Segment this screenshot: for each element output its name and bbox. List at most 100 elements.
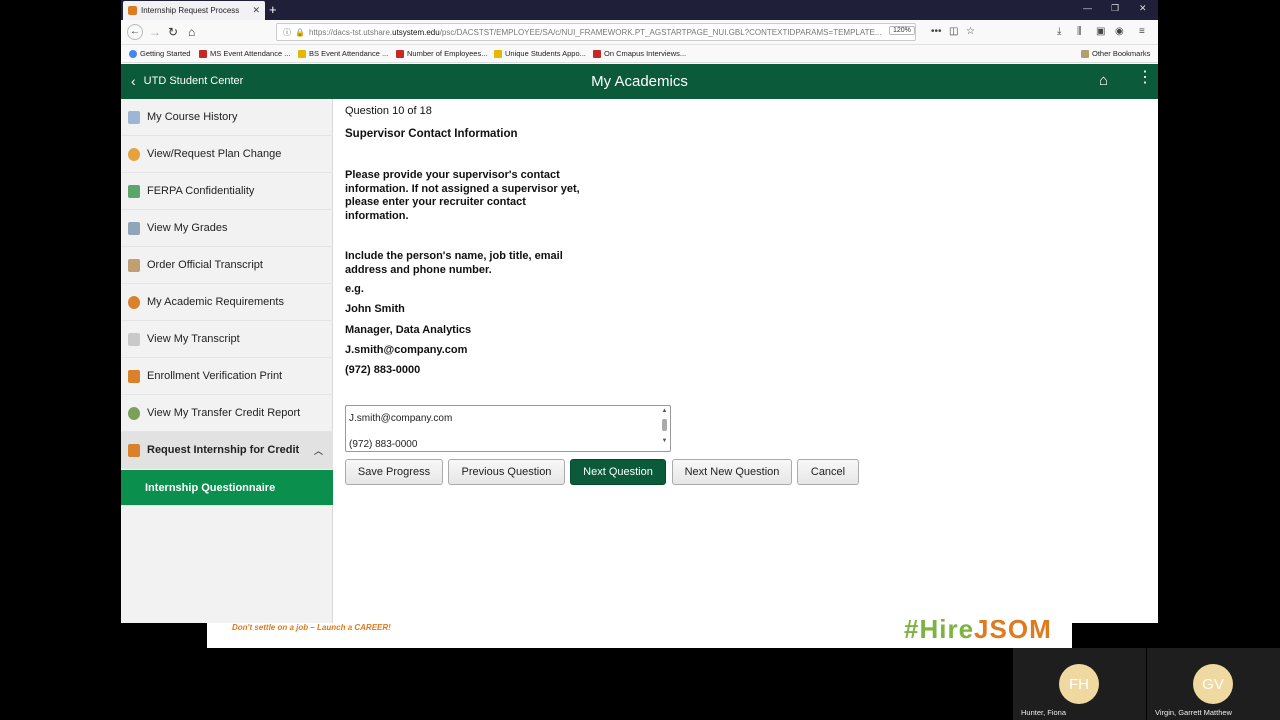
new-tab-icon[interactable]: + [269,2,277,18]
window-close-icon[interactable]: ✕ [1139,3,1147,14]
avatar: FH [1059,664,1099,704]
sidebar-item-label: View/Request Plan Change [147,148,282,160]
example-label: e.g. [345,283,364,295]
instruction-line: Include the person's name, job title, em… [345,250,563,262]
instruction-line: address and phone number. [345,263,492,276]
bookmark-label: On Cmapus Interviews... [604,49,687,58]
tab-title: Internship Request Process [141,6,240,15]
other-bookmarks-label: Other Bookmarks [1092,49,1151,58]
course-history-icon [128,110,140,124]
participant-name: Virgin, Garrett Matthew [1155,708,1232,717]
sidebar-item-academic-requirements[interactable]: My Academic Requirements [121,284,333,321]
sidebar-item-label: View My Transfer Credit Report [147,407,301,419]
next-question-button[interactable]: Next Question [570,459,666,485]
url-domain: utsystem.edu [392,27,440,37]
scrollbar-thumb[interactable] [662,419,667,431]
sidebar-icon[interactable]: ▣ [1096,26,1105,37]
reload-icon[interactable]: ↻ [168,24,178,40]
sidebar-item-internship-questionnaire[interactable]: Internship Questionnaire [121,470,333,506]
sidebar-item-plan-change[interactable]: View/Request Plan Change [121,136,333,173]
home-icon[interactable]: ⌂ [188,24,195,40]
bookmark-item[interactable]: Number of Employees... [396,49,487,58]
sidebar-item-label: Order Official Transcript [147,259,263,271]
sidebar-item-ferpa[interactable]: FERPA Confidentiality [121,173,333,210]
previous-question-button[interactable]: Previous Question [448,459,565,485]
bookmark-item[interactable]: MS Event Attendance ... [199,49,290,58]
avatar: GV [1193,664,1233,704]
tab-favicon-icon [128,6,137,15]
example-email: J.smith@company.com [345,344,468,356]
refresh-icon [128,147,140,161]
pie-chart-icon [128,295,140,309]
bookmark-label: BS Event Attendance ... [309,49,389,58]
menu-icon[interactable]: ≡ [1139,26,1145,37]
sidebar-item-enrollment-verification[interactable]: Enrollment Verification Print [121,358,333,395]
bookmark-label: Unique Students Appo... [505,49,586,58]
answer-textarea[interactable]: J.smith@company.com (972) 883-0000 ▲ ▼ [345,405,671,452]
url-bar[interactable]: ⓘ 🔒 https://dacs-tst.utshare. utsystem.ed… [276,23,916,41]
minimize-icon[interactable]: — [1083,3,1092,13]
participant-tile[interactable]: GV Virgin, Garrett Matthew [1147,648,1280,720]
sidebar-item-view-transcript[interactable]: View My Transcript [121,321,333,358]
chevron-up-icon[interactable]: ︿ [314,444,323,457]
bookmark-icon [593,49,601,58]
instruction-line: Please provide your supervisor's contact [345,169,560,181]
page-actions-icon[interactable]: ••• [931,26,942,37]
participant-tile[interactable]: FH Hunter, Fiona [1013,648,1146,720]
verification-icon [128,369,140,383]
bookmark-item[interactable]: BS Event Attendance ... [298,49,388,58]
zoom-level[interactable]: 120% [889,26,915,35]
transfer-credit-icon [128,406,140,420]
folder-icon [1081,49,1089,58]
account-icon[interactable]: ◉ [1115,26,1124,37]
page-title: My Academics [591,73,688,90]
download-icon[interactable]: ⤓ [1057,26,1061,37]
sidebar-item-request-internship[interactable]: Request Internship for Credit ︿ [121,432,333,469]
grades-icon [128,221,140,235]
bookmark-star-icon[interactable]: ☆ [966,26,975,37]
document-icon [128,184,140,198]
bookmark-item[interactable]: Getting Started [129,49,190,58]
forward-arrow-icon[interactable]: → [149,24,161,40]
tab-close-icon[interactable]: ✕ [252,5,260,16]
save-progress-button[interactable]: Save Progress [345,459,443,485]
sidebar-item-label: My Course History [147,111,238,123]
banner-slogan: Don't settle on a job – Launch a CAREER! [232,623,391,632]
sidebar-item-transfer-credit[interactable]: View My Transfer Credit Report [121,395,333,432]
bookmark-icon [396,49,404,58]
background-banner: Don't settle on a job – Launch a CAREER!… [207,614,1072,648]
next-new-question-button[interactable]: Next New Question [672,459,792,485]
bookmark-item[interactable]: Unique Students Appo... [494,49,586,58]
bookmark-icon [494,49,502,58]
bookmark-item[interactable]: On Cmapus Interviews... [593,49,686,58]
lock-icon[interactable]: 🔒 [295,28,305,37]
instructions-2: Include the person's name, job title, em… [345,250,563,277]
navigation-bar: ← → ↻ ⌂ ⓘ 🔒 https://dacs-tst.utshare. uts… [121,20,1158,45]
cancel-button[interactable]: Cancel [797,459,859,485]
info-icon[interactable]: ⓘ [283,27,291,38]
sidebar-item-grades[interactable]: View My Grades [121,210,333,247]
library-icon[interactable]: ⫼ [1077,26,1082,37]
bookmark-label: Number of Employees... [407,49,488,58]
other-bookmarks[interactable]: Other Bookmarks [1081,49,1150,58]
pocket-icon[interactable]: ◫ [949,26,958,37]
instruction-line: information. If not assigned a superviso… [345,182,580,195]
sidebar: My Course History View/Request Plan Chan… [121,99,333,623]
browser-tab[interactable]: Internship Request Process ✕ [123,1,265,20]
url-prefix: https://dacs-tst.utshare. [308,27,393,37]
hashtag-logo: #HireJSOM [904,614,1052,644]
back-arrow-icon[interactable]: ← [127,24,143,40]
main-content: Question 10 of 18 Supervisor Contact Inf… [333,99,1158,623]
browser-window: Internship Request Process ✕ + — ❐ ✕ ← →… [121,0,1158,623]
sidebar-item-label: Enrollment Verification Print [147,370,283,382]
bookmark-label: Getting Started [140,49,191,58]
sidebar-item-order-transcript[interactable]: Order Official Transcript [121,247,333,284]
sidebar-item-label: FERPA Confidentiality [147,185,255,197]
question-counter: Question 10 of 18 [345,105,432,117]
sidebar-item-course-history[interactable]: My Course History [121,99,333,136]
instructions-1: Please provide your supervisor's contact… [345,169,580,223]
more-options-icon[interactable]: ⋮ [1137,70,1153,86]
example-name: John Smith [345,303,405,315]
restore-icon[interactable]: ❐ [1111,3,1119,14]
home-icon[interactable]: ⌂ [1099,72,1108,89]
